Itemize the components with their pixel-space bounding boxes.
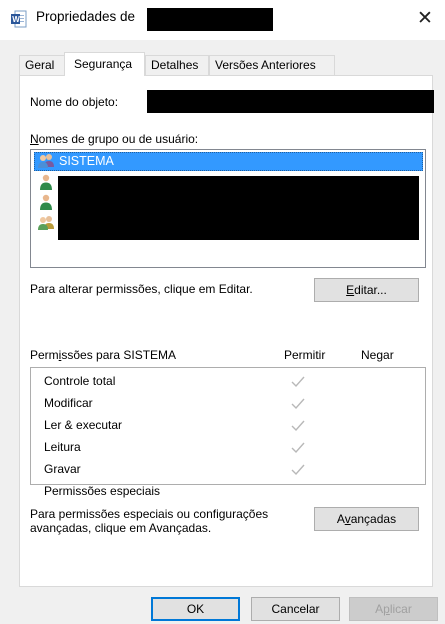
groups-label: Nomes de grupo ou de usuário: [30, 132, 199, 146]
redacted-object-name [147, 90, 434, 113]
permissions-title: Permissões para SISTEMA [30, 348, 177, 362]
allow-check-icon [291, 376, 305, 388]
close-button[interactable]: ✕ [410, 4, 440, 34]
word-document-icon: W [11, 10, 27, 28]
allow-column-header: Permitir [284, 348, 326, 362]
permission-name: Gravar [44, 462, 81, 476]
apply-button[interactable]: Aplicar [349, 597, 438, 621]
permission-name: Leitura [44, 440, 81, 454]
allow-check-icon [291, 464, 305, 476]
group-icon [37, 152, 55, 170]
cancel-button[interactable]: Cancelar [251, 597, 340, 621]
change-permissions-text: Para alterar permissões, clique em Edita… [30, 282, 253, 296]
ok-button[interactable]: OK [151, 597, 240, 621]
advanced-text-line1: Para permissões especiais ou configuraçõ… [30, 507, 269, 521]
group-icon [37, 214, 55, 232]
window-title: Propriedades de [36, 9, 136, 24]
tab-detalhes[interactable]: Detalhes [145, 55, 209, 75]
advanced-button[interactable]: Avançadas [314, 507, 419, 531]
permission-name: Modificar [44, 396, 93, 410]
redacted-user-names [58, 176, 419, 240]
svg-text:W: W [12, 15, 20, 24]
allow-check-icon [291, 420, 305, 432]
user-icon [37, 173, 55, 191]
tab-geral[interactable]: Geral [19, 55, 65, 75]
user-icon [37, 193, 55, 211]
redacted-filename [147, 8, 273, 31]
advanced-text-line2: avançadas, clique em Avançadas. [30, 521, 212, 535]
permission-name: Controle total [44, 374, 116, 388]
permission-name: Permissões especiais [44, 484, 161, 498]
object-name-label: Nome do objeto: [30, 95, 119, 109]
allow-check-icon [291, 442, 305, 454]
deny-column-header: Negar [361, 348, 394, 362]
edit-button[interactable]: Editar... [314, 278, 419, 302]
tab-versoes-anteriores[interactable]: Versões Anteriores [209, 55, 335, 75]
permission-name: Ler & executar [44, 418, 123, 432]
group-name-sistema: SISTEMA [59, 154, 114, 168]
allow-check-icon [291, 398, 305, 410]
tab-seguranca[interactable]: Segurança [64, 52, 145, 76]
